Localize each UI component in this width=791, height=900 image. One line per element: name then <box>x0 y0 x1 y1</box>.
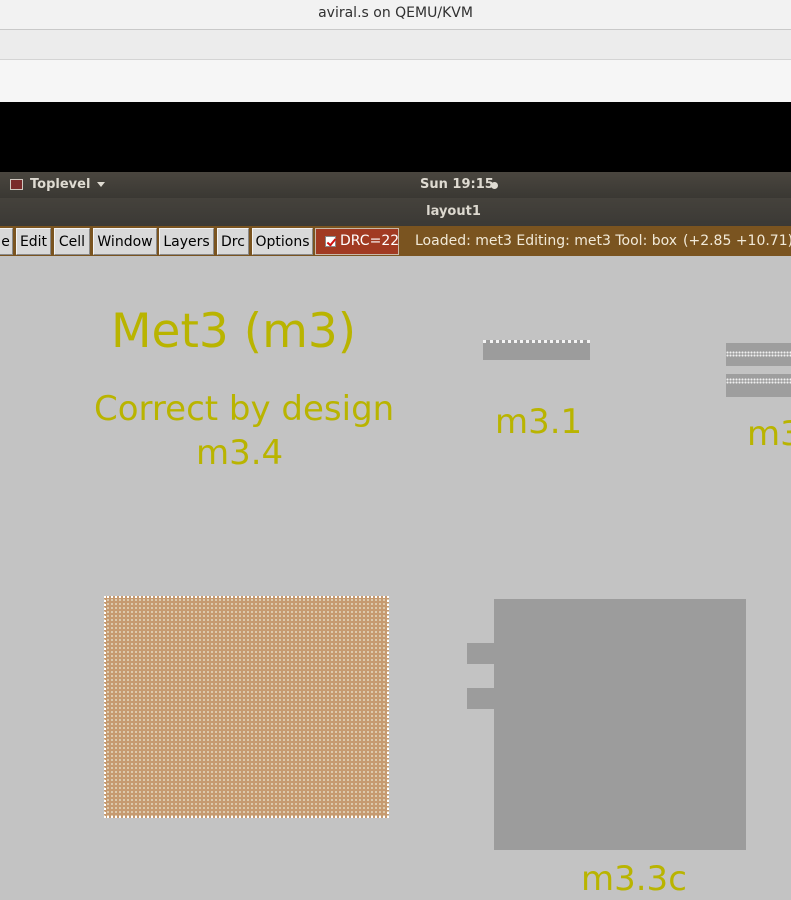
menu-file[interactable]: e <box>0 228 13 255</box>
m3-4-label: m3.4 <box>196 433 284 473</box>
m3-3c-notch-lower[interactable] <box>467 688 495 709</box>
menu-drc[interactable]: Drc <box>217 228 249 255</box>
selected-box[interactable] <box>104 596 389 818</box>
guest-top-bar: Toplevel Sun 19:15 <box>0 172 791 198</box>
m3-3c-label: m3.3c <box>581 859 687 899</box>
drc-toggle[interactable]: DRC=22 <box>315 228 399 255</box>
layout-canvas[interactable]: Met3 (m3) Correct by design m3.4 m3.1 m3… <box>0 256 791 900</box>
app-menu-label[interactable]: Toplevel <box>30 177 90 192</box>
chevron-down-icon[interactable] <box>97 182 105 187</box>
m3-3c-notch-upper[interactable] <box>467 643 495 664</box>
m3-2-upper-strip[interactable] <box>726 343 791 366</box>
checkbox-checked-icon[interactable] <box>325 236 336 247</box>
magic-menubar: e Edit Cell Window Layers Drc Options DR… <box>0 226 791 256</box>
canvas-title-label: Met3 (m3) <box>111 304 357 359</box>
menu-edit[interactable]: Edit <box>16 228 51 255</box>
host-menubar <box>0 30 791 60</box>
host-toolbar <box>0 60 791 102</box>
notification-dot-icon <box>491 182 498 189</box>
m3-2-label: m3 <box>747 414 791 454</box>
m3-1-label: m3.1 <box>495 402 583 442</box>
menu-window[interactable]: Window <box>93 228 157 255</box>
menu-layers[interactable]: Layers <box>159 228 214 255</box>
status-text: Loaded: met3 Editing: met3 Tool: box <box>415 233 678 249</box>
host-window-title: aviral.s on QEMU/KVM <box>0 0 791 30</box>
menu-cell[interactable]: Cell <box>54 228 90 255</box>
m3-3c-metal-block[interactable] <box>494 599 746 850</box>
m3-1-metal-strip[interactable] <box>483 340 590 360</box>
correct-by-design-label: Correct by design <box>94 389 395 429</box>
m3-2-lower-strip[interactable] <box>726 374 791 397</box>
guest-black-region <box>0 102 791 172</box>
cursor-coordinates: (+2.85 +10.71) - <box>683 233 791 249</box>
drc-count-label: DRC=22 <box>340 233 400 249</box>
app-window-icon <box>10 179 23 190</box>
clock[interactable]: Sun 19:15 <box>420 177 494 192</box>
window-title: layout1 <box>0 198 791 226</box>
menu-options[interactable]: Options <box>252 228 313 255</box>
